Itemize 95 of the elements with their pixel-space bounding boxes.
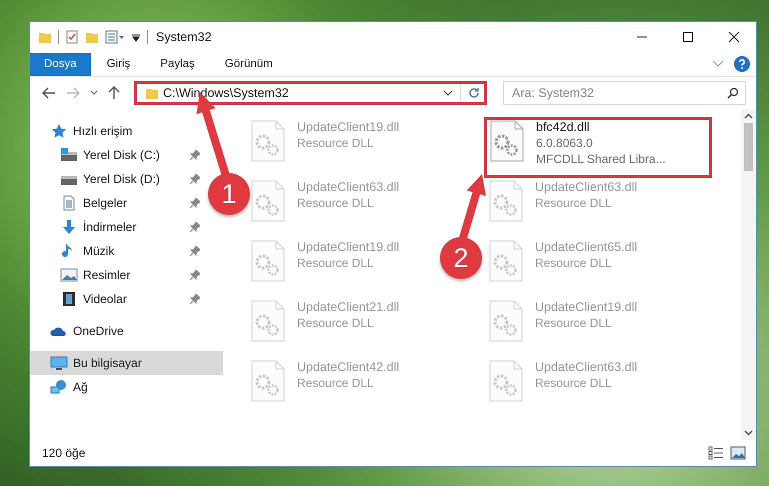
file-name: UpdateClient63.dll [535, 180, 638, 194]
file-detail: Resource DLL [535, 196, 613, 210]
recent-caret-icon[interactable] [90, 90, 98, 96]
dll-file-icon [489, 300, 523, 342]
up-arrow-icon[interactable] [108, 86, 120, 100]
scroll-down-icon[interactable] [744, 430, 753, 436]
refresh-icon[interactable] [468, 87, 480, 99]
file-detail: 6.0.8063.0 [536, 136, 594, 150]
ribbon-tab[interactable]: Görünüm [210, 52, 287, 76]
file-name: UpdateClient19.dll [297, 240, 400, 254]
drive-icon [60, 147, 78, 163]
file-name: bfc42d.dll [536, 120, 591, 134]
sidebar-label: Bu bilgisayar [73, 356, 142, 370]
pin-icon[interactable] [190, 294, 200, 304]
pin-icon[interactable] [190, 150, 200, 160]
file-detail: MFCDLL Shared Libra... [536, 152, 666, 166]
chevron-down-icon[interactable] [712, 60, 724, 68]
details-view-icon[interactable] [708, 446, 724, 460]
sidebar-item[interactable]: OneDrive [30, 319, 202, 343]
sidebar-label: Resimler [83, 268, 130, 282]
ribbon-tab[interactable]: Dosya [30, 52, 91, 76]
address-path: C:\Windows\System32 [163, 86, 290, 100]
dll-file-icon [251, 360, 285, 402]
sidebar-label: OneDrive [73, 324, 124, 338]
sidebar-item[interactable]: Yerel Disk (D:) [30, 167, 202, 191]
sidebar-item[interactable]: Belgeler [30, 191, 202, 215]
sidebar-item[interactable]: Videolar [30, 287, 202, 311]
pin-icon[interactable] [190, 246, 200, 256]
pointer-arrow [459, 174, 486, 240]
sidebar-label: Müzik [83, 244, 114, 258]
scroll-up-icon[interactable] [744, 113, 753, 119]
file-name: UpdateClient21.dll [297, 300, 400, 314]
ribbon-tab[interactable]: Giriş [92, 52, 144, 76]
sidebar-item[interactable]: Hızlı erişim [30, 119, 202, 143]
dll-file-icon [489, 180, 523, 222]
picture-icon [60, 267, 78, 283]
sidebar-label: Videolar [83, 292, 127, 306]
dll-file-icon [489, 240, 523, 282]
film-icon [60, 291, 78, 307]
pin-icon[interactable] [190, 270, 200, 280]
file-detail: Resource DLL [535, 256, 613, 270]
file-detail: Resource DLL [297, 376, 375, 390]
dll-file-icon [490, 120, 524, 162]
file-detail: Resource DLL [297, 256, 375, 270]
dll-file-icon [489, 360, 523, 402]
sidebar-item[interactable]: Yerel Disk (C:) [30, 143, 202, 167]
file-detail: Resource DLL [297, 136, 375, 150]
pin-icon[interactable] [190, 198, 200, 208]
network-icon [50, 379, 68, 395]
sidebar-label: İndirmeler [83, 220, 136, 234]
item-count: 120 öğe [42, 446, 86, 460]
sidebar-item[interactable]: Bu bilgisayar [30, 351, 223, 375]
sidebar-label: Hızlı erişim [73, 124, 132, 138]
file-name: UpdateClient42.dll [297, 360, 400, 374]
large-icons-view-icon[interactable] [730, 446, 746, 460]
pin-icon[interactable] [190, 174, 200, 184]
address-bar[interactable]: C:\Windows\System32 [134, 81, 487, 105]
sidebar-label: Yerel Disk (C:) [83, 148, 160, 162]
file-name: UpdateClient19.dll [297, 120, 400, 134]
dropdown-caret-icon[interactable] [443, 90, 453, 96]
file-detail: Resource DLL [535, 316, 613, 330]
help-icon[interactable] [734, 56, 750, 72]
ribbon-tab[interactable]: Paylaş [146, 52, 209, 76]
sidebar-item[interactable]: Ağ [30, 375, 202, 399]
dll-file-icon [251, 240, 285, 282]
pin-icon[interactable] [190, 222, 200, 232]
sidebar-item[interactable]: Müzik [30, 239, 202, 263]
file-name: UpdateClient63.dll [535, 360, 638, 374]
file-name: UpdateClient19.dll [535, 300, 638, 314]
dll-file-icon [251, 180, 285, 222]
computer-icon [50, 355, 68, 371]
file-name: UpdateClient63.dll [297, 180, 400, 194]
sidebar-label: Ağ [73, 380, 88, 394]
back-arrow-icon[interactable] [42, 87, 56, 99]
sidebar-item[interactable]: İndirmeler [30, 215, 202, 239]
scrollbar-thumb[interactable] [744, 123, 753, 171]
star-icon [50, 123, 68, 139]
folder-icon [145, 86, 159, 100]
scrollbar[interactable] [741, 109, 756, 440]
close-icon[interactable] [728, 31, 740, 43]
file-detail: Resource DLL [297, 196, 375, 210]
sidebar-label: Yerel Disk (D:) [83, 172, 160, 186]
file-detail: Resource DLL [535, 376, 613, 390]
sidebar-item[interactable]: Resimler [30, 263, 202, 287]
dll-file-icon [251, 120, 285, 162]
down-arrow-icon [60, 219, 78, 235]
window-title: System32 [156, 30, 212, 44]
maximize-icon[interactable] [682, 31, 694, 43]
properties-icon[interactable] [105, 30, 125, 44]
file-name: UpdateClient65.dll [535, 240, 638, 254]
file-item[interactable]: bfc42d.dll 6.0.8063.0 MFCDLL Shared Libra... [484, 117, 712, 178]
sidebar-label: Belgeler [83, 196, 128, 210]
checklist-icon[interactable] [65, 30, 79, 44]
dll-file-icon [251, 300, 285, 342]
file-detail: Resource DLL [297, 316, 375, 330]
